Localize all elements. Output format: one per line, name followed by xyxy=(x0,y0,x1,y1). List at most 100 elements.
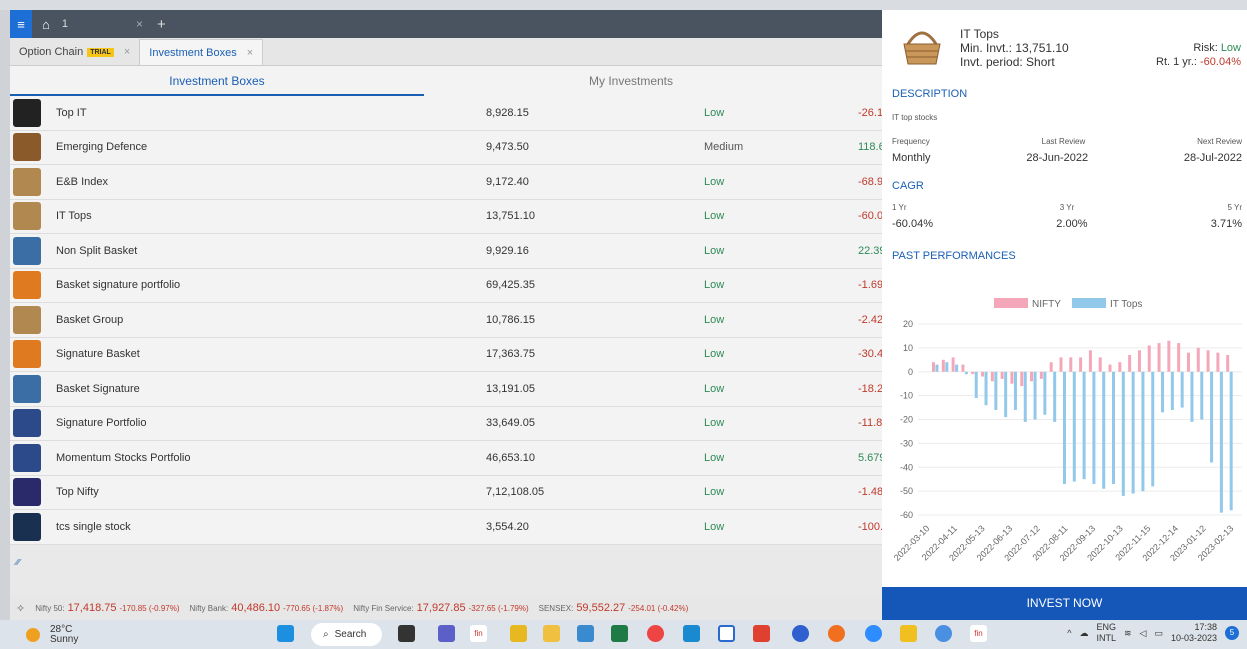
workspace-tab[interactable]: 1 xyxy=(62,18,68,30)
row-name: Basket Signature xyxy=(56,382,140,395)
row-name: Non Split Basket xyxy=(56,244,138,257)
cagr-values: -60.04% 2.00% 3.71% xyxy=(892,218,1242,230)
investment-row[interactable]: Top IT 8,928.15 Low -26.1 xyxy=(10,96,882,131)
y-tick-label: -50 xyxy=(900,486,913,496)
chart-bar xyxy=(1000,371,1004,379)
excel-icon[interactable] xyxy=(611,625,628,642)
chart-bar xyxy=(1200,371,1204,420)
search-label: Search xyxy=(334,629,367,640)
chrome-icon[interactable] xyxy=(647,625,664,642)
defence-emblem-icon xyxy=(13,133,41,162)
app-icon[interactable] xyxy=(828,625,845,642)
ticker-item: Nifty Bank: 40,486.10 -770.65 (-1.87%) xyxy=(190,602,344,614)
chart-bar xyxy=(1098,357,1102,372)
chat-icon[interactable] xyxy=(438,625,455,642)
investment-row[interactable]: IT Tops 13,751.10 Low -60.0 xyxy=(10,200,882,234)
chart-bar xyxy=(1180,371,1184,408)
chart-bar xyxy=(1069,357,1073,372)
fin-app-icon[interactable]: fin xyxy=(970,625,987,642)
ticker-value: 17,927.85 xyxy=(416,602,466,614)
cloud-icon[interactable]: ☁ xyxy=(1079,628,1088,639)
search-button[interactable]: ⌕ Search xyxy=(311,623,382,646)
tab-my-investments[interactable]: My Investments xyxy=(424,66,838,96)
chart-bar xyxy=(1186,352,1190,372)
chart-bar xyxy=(932,362,935,372)
y-tick-label: -30 xyxy=(900,438,913,448)
investment-row[interactable]: Emerging Defence 9,473.50 Medium 118.6 xyxy=(10,131,882,165)
pin-icon[interactable]: ✧ xyxy=(16,602,25,615)
close-icon[interactable]: × xyxy=(136,17,143,31)
fin-app-icon[interactable]: fin xyxy=(470,625,487,642)
return-value: -60.04% xyxy=(1200,56,1241,68)
wifi-icon[interactable]: ≋ xyxy=(1124,628,1132,639)
investment-row[interactable]: tcs single stock 3,554.20 Low -100. xyxy=(10,510,882,545)
stock-chart-icon xyxy=(13,512,41,541)
description-heading: DESCRIPTION xyxy=(892,88,968,100)
cagr-3yr-value: 2.00% xyxy=(1056,218,1088,230)
row-risk: Low xyxy=(704,244,725,257)
tab-investment-boxes[interactable]: Investment Boxes × xyxy=(139,39,264,65)
tab-option-chain[interactable]: Option Chain TRIAL × xyxy=(10,39,139,65)
add-tab-icon[interactable]: + xyxy=(157,16,166,33)
row-name: Signature Basket xyxy=(56,348,140,361)
investment-row[interactable]: Basket Signature 13,191.05 Low -18.2 xyxy=(10,372,882,407)
menu-icon[interactable]: ≡ xyxy=(10,10,32,38)
investment-row[interactable]: Non Split Basket 9,929.16 Low 22.39 xyxy=(10,234,882,269)
chart-bar xyxy=(1137,350,1141,372)
investment-row[interactable]: Top Nifty 7,12,108.05 Low -1.48 xyxy=(10,476,882,510)
temperature: 28°C xyxy=(50,623,73,635)
volume-icon[interactable]: ◁ xyxy=(1140,628,1147,639)
start-icon[interactable] xyxy=(277,625,294,642)
app-icon[interactable] xyxy=(753,625,770,642)
y-tick-label: -10 xyxy=(900,391,913,401)
investment-row[interactable]: Signature Basket 17,363.75 Low -30.4 xyxy=(10,338,882,372)
ticker-change: -327.65 (-1.79%) xyxy=(468,604,529,613)
row-name: tcs single stock xyxy=(56,520,131,533)
language-indicator[interactable]: ENG INTL xyxy=(1096,622,1116,644)
home-icon[interactable]: ⌂ xyxy=(42,17,50,32)
battery-icon[interactable]: ▭ xyxy=(1154,628,1163,639)
row-name: Momentum Stocks Portfolio xyxy=(56,451,191,464)
chart-bar xyxy=(951,357,955,372)
row-return: -30.4 xyxy=(858,348,882,361)
row-value: 10,786.15 xyxy=(486,313,535,326)
row-value: 8,928.15 xyxy=(486,106,529,119)
close-icon[interactable]: × xyxy=(247,47,253,59)
close-icon[interactable]: × xyxy=(124,46,130,58)
chart-bar xyxy=(1210,371,1214,463)
tab-investment-boxes-list[interactable]: Investment Boxes xyxy=(10,66,424,96)
row-return: -11.8 xyxy=(858,417,882,430)
app-icon[interactable] xyxy=(683,625,700,642)
clock[interactable]: 17:38 10-03-2023 xyxy=(1171,622,1217,644)
task-view-icon[interactable] xyxy=(398,625,415,642)
investment-row[interactable]: Basket Group 10,786.15 Low -2.42 xyxy=(10,303,882,338)
chrome-icon[interactable] xyxy=(935,625,952,642)
app-icon[interactable] xyxy=(577,625,594,642)
chart-bar xyxy=(1043,371,1047,415)
charts-app-icon[interactable] xyxy=(510,625,527,642)
weather-widget[interactable]: 28°C Sunny xyxy=(26,623,78,645)
row-risk: Medium xyxy=(704,141,744,154)
shield-icon[interactable] xyxy=(900,625,917,642)
notification-badge[interactable]: 5 xyxy=(1225,626,1239,640)
zoom-icon[interactable] xyxy=(865,625,882,642)
cagr-3yr-label: 3 Yr xyxy=(1059,203,1075,212)
chart-bar xyxy=(1196,347,1200,372)
ticker-change: -170.85 (-0.97%) xyxy=(119,604,180,613)
invest-now-button[interactable]: INVEST NOW xyxy=(882,587,1247,620)
row-name: Emerging Defence xyxy=(56,141,148,154)
ticker-name: Nifty Fin Service: xyxy=(353,604,414,613)
review-values: Monthly 28-Jun-2022 28-Jul-2022 xyxy=(892,152,1242,164)
y-tick-label: -60 xyxy=(900,510,913,520)
app-icon[interactable] xyxy=(718,625,735,642)
basket-icon xyxy=(13,305,41,334)
row-name: IT Tops xyxy=(56,210,92,223)
investment-row[interactable]: Momentum Stocks Portfolio 46,653.10 Low 5.6… xyxy=(10,441,882,476)
investment-row[interactable]: E&B Index 9,172.40 Low -68.9 xyxy=(10,165,882,200)
file-explorer-icon[interactable] xyxy=(543,625,560,642)
investment-row[interactable]: Signature Portfolio 33,649.05 Low -11.8 xyxy=(10,407,882,441)
investment-row[interactable]: Basket signature portfolio 69,425.35 Low -1… xyxy=(10,269,882,303)
chart-bar xyxy=(1131,371,1135,494)
skype-icon[interactable] xyxy=(792,625,809,642)
chevron-up-icon[interactable]: ^ xyxy=(1067,628,1071,638)
